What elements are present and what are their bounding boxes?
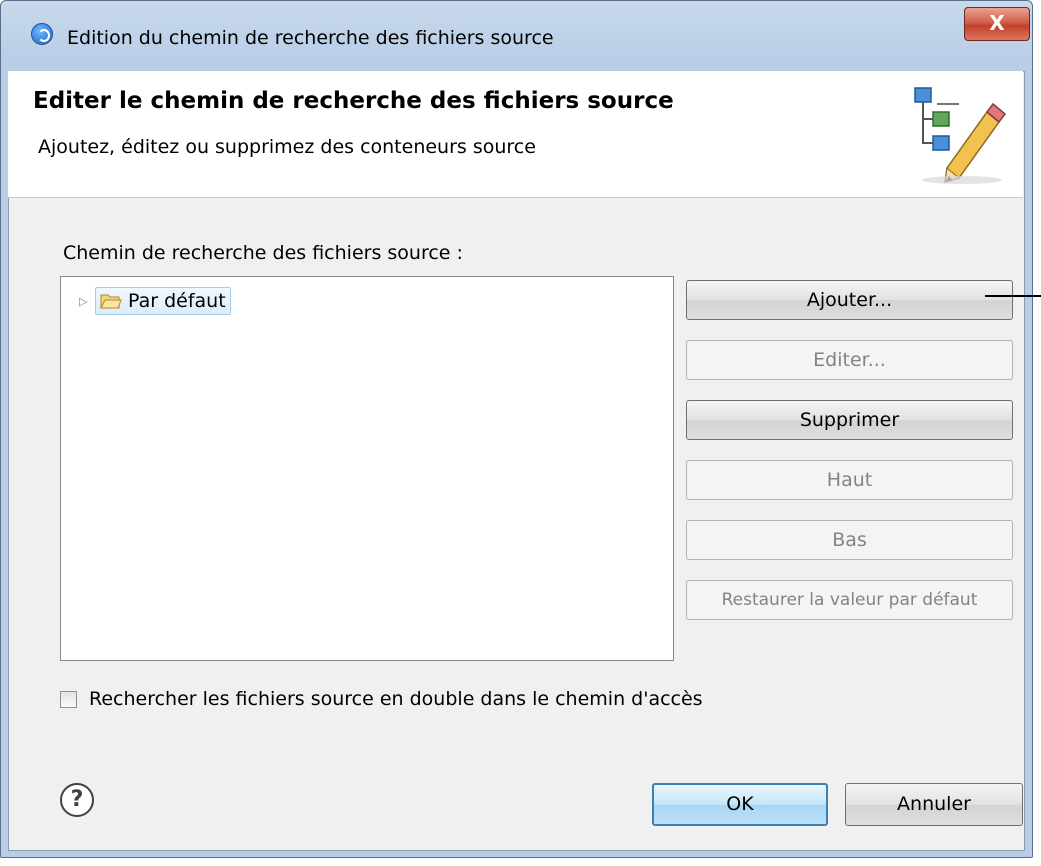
- add-button[interactable]: Ajouter...: [686, 280, 1013, 320]
- tree-item-selection[interactable]: Par défaut: [95, 287, 231, 315]
- move-up-button[interactable]: Haut: [686, 460, 1013, 500]
- move-down-button[interactable]: Bas: [686, 520, 1013, 560]
- folder-open-icon: [100, 294, 122, 308]
- callout-line: [985, 295, 1041, 297]
- ok-button[interactable]: OK: [652, 783, 828, 826]
- page-title: Editer le chemin de recherche des fichie…: [33, 88, 674, 114]
- restore-default-button[interactable]: Restaurer la valeur par défaut: [686, 580, 1013, 620]
- help-icon[interactable]: ?: [60, 783, 94, 817]
- search-duplicates-checkbox[interactable]: [60, 690, 77, 708]
- remove-button[interactable]: Supprimer: [686, 400, 1013, 440]
- search-duplicates-option[interactable]: Rechercher les fichiers source en double…: [60, 688, 703, 710]
- search-duplicates-label[interactable]: Rechercher les fichiers source en double…: [89, 688, 703, 710]
- window-title: Edition du chemin de recherche des fichi…: [67, 27, 554, 49]
- close-button[interactable]: X: [964, 7, 1030, 41]
- source-path-label: Chemin de recherche des fichiers source …: [63, 242, 463, 264]
- page-subtitle: Ajoutez, éditez ou supprimez des contene…: [38, 136, 536, 158]
- expand-arrow-icon[interactable]: ▷: [79, 295, 95, 308]
- edit-button[interactable]: Editer...: [686, 340, 1013, 380]
- edit-source-path-icon: [914, 87, 1007, 184]
- eclipse-app-icon: [31, 23, 53, 45]
- tree-item-label: Par défaut: [128, 290, 226, 312]
- source-path-tree[interactable]: ▷ Par défaut: [60, 276, 674, 661]
- title-bar[interactable]: Edition du chemin de recherche des fichi…: [1, 1, 1032, 49]
- tree-item-default[interactable]: ▷ Par défaut: [79, 287, 231, 315]
- cancel-button[interactable]: Annuler: [845, 783, 1023, 826]
